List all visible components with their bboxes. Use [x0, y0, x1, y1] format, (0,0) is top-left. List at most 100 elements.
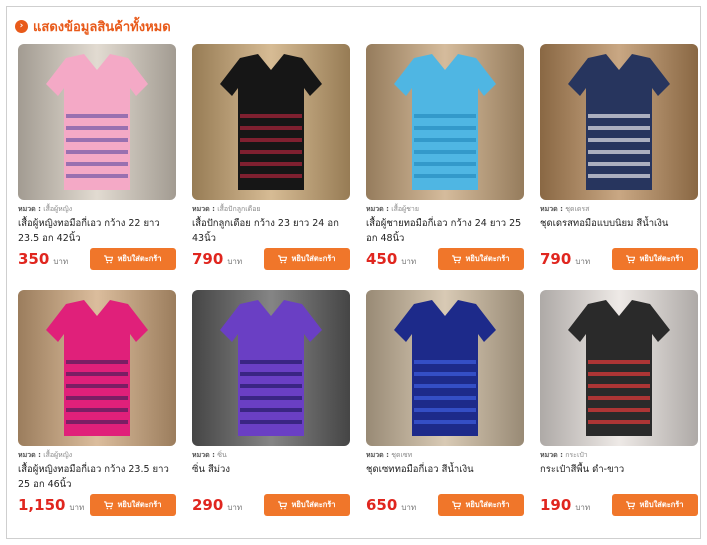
add-to-cart-label: หยิบใส่ตะกร้า	[639, 254, 684, 263]
price-row: 650 บาท หยิบใส่ตะกร้า	[366, 493, 524, 517]
product-photo	[192, 44, 350, 200]
pattern-stripe	[414, 174, 476, 178]
product-image[interactable]	[366, 44, 524, 200]
price-row: 790 บาท หยิบใส่ตะกร้า	[192, 247, 350, 271]
pattern-stripe	[588, 420, 650, 424]
product-name[interactable]: ซิ่น สีม่วง	[192, 462, 350, 492]
add-to-cart-label: หยิบใส่ตะกร้า	[117, 500, 162, 509]
product-card[interactable]: หมวด : ชุดเดรส ชุดเดรสทอมือแบบนิยม สีน้ำ…	[540, 44, 698, 276]
category-label: กระเป๋า	[565, 451, 588, 459]
pattern-stripe	[240, 408, 302, 412]
add-to-cart-button[interactable]: หยิบใส่ตะกร้า	[90, 494, 176, 516]
add-to-cart-label: หยิบใส่ตะกร้า	[465, 500, 510, 509]
section-title: แสดงข้อมูลสินค้าทั้งหมด	[33, 19, 171, 35]
pattern-stripe	[240, 384, 302, 388]
cart-icon	[452, 500, 462, 509]
product-card[interactable]: หมวด : ซิ่น ซิ่น สีม่วง 290 บาท หยิบใส่ต…	[192, 290, 350, 522]
pattern-stripe	[588, 384, 650, 388]
product-card[interactable]: หมวด : เสื้อผู้หญิง เสื้อผู้หญิงทอมือกี่…	[18, 290, 176, 522]
product-card[interactable]: หมวด : ชุดเซท ชุดเซททอมือกี่เอว สีน้ำเงิ…	[366, 290, 524, 522]
price-value: 190	[540, 496, 572, 514]
pattern-stripe	[240, 372, 302, 376]
product-price: 450 บาท	[366, 250, 416, 268]
category-prefix: หมวด :	[192, 451, 215, 459]
arrow-circle-right-icon: ›	[15, 19, 28, 33]
add-to-cart-button[interactable]: หยิบใส่ตะกร้า	[438, 248, 524, 270]
pattern-stripe	[414, 138, 476, 142]
add-to-cart-button[interactable]: หยิบใส่ตะกร้า	[264, 494, 350, 516]
product-photo	[366, 290, 524, 446]
product-category: หมวด : เสื้อปักลูกเดือย	[192, 204, 350, 214]
price-value: 1,150	[18, 496, 66, 514]
price-row: 190 บาท หยิบใส่ตะกร้า	[540, 493, 698, 517]
price-row: 790 บาท หยิบใส่ตะกร้า	[540, 247, 698, 271]
currency-unit: บาท	[53, 257, 69, 266]
product-photo	[540, 290, 698, 446]
product-card[interactable]: หมวด : เสื้อผู้ชาย เสื้อผู้ชายทอมือกี่เอ…	[366, 44, 524, 276]
add-to-cart-button[interactable]: หยิบใส่ตะกร้า	[264, 248, 350, 270]
product-card[interactable]: หมวด : กระเป๋า กระเป๋าสีพื้น ดำ-ขาว 190 …	[540, 290, 698, 522]
product-name[interactable]: เสื้อผู้หญิงทอมือกี่เอว กว้าง 23.5 ยาว 2…	[18, 462, 176, 492]
pattern-stripe	[240, 150, 302, 154]
cart-icon	[104, 254, 114, 263]
add-to-cart-button[interactable]: หยิบใส่ตะกร้า	[438, 494, 524, 516]
product-name[interactable]: เสื้อผู้ชายทอมือกี่เอว กว้าง 24 ยาว 25 อ…	[366, 216, 524, 246]
category-prefix: หมวด :	[540, 205, 563, 213]
pattern-stripe	[66, 174, 128, 178]
add-to-cart-label: หยิบใส่ตะกร้า	[639, 500, 684, 509]
currency-unit: บาท	[227, 257, 243, 266]
pattern-stripe	[66, 138, 128, 142]
cart-icon	[626, 254, 636, 263]
product-image[interactable]	[192, 44, 350, 200]
pattern-stripe	[240, 396, 302, 400]
add-to-cart-label: หยิบใส่ตะกร้า	[291, 254, 336, 263]
pattern-stripe	[240, 174, 302, 178]
pattern-stripe	[414, 360, 476, 364]
product-card[interactable]: หมวด : เสื้อผู้หญิง เสื้อผู้หญิงทอมือกี่…	[18, 44, 176, 276]
pattern-stripe	[240, 162, 302, 166]
price-value: 650	[366, 496, 398, 514]
price-row: 450 บาท หยิบใส่ตะกร้า	[366, 247, 524, 271]
pattern-stripe	[588, 138, 650, 142]
category-label: เสื้อผู้หญิง	[43, 451, 73, 459]
product-image[interactable]	[540, 290, 698, 446]
product-image[interactable]	[18, 44, 176, 200]
price-value: 790	[540, 250, 572, 268]
product-price: 350 บาท	[18, 250, 68, 268]
category-label: เสื้อปักลูกเดือย	[217, 205, 261, 213]
product-image[interactable]	[192, 290, 350, 446]
cart-icon	[452, 254, 462, 263]
pattern-stripe	[414, 126, 476, 130]
cart-icon	[104, 500, 114, 509]
product-name[interactable]: กระเป๋าสีพื้น ดำ-ขาว	[540, 462, 698, 492]
product-photo	[18, 44, 176, 200]
add-to-cart-button[interactable]: หยิบใส่ตะกร้า	[612, 494, 698, 516]
product-name[interactable]: เสื้อปักลูกเดือย กว้าง 23 ยาว 24 อก 43นิ…	[192, 216, 350, 246]
product-name[interactable]: เสื้อผู้หญิงทอมือกี่เอว กว้าง 22 ยาว 23.…	[18, 216, 176, 246]
category-prefix: หมวด :	[18, 451, 41, 459]
add-to-cart-button[interactable]: หยิบใส่ตะกร้า	[612, 248, 698, 270]
pattern-stripe	[414, 150, 476, 154]
price-row: 290 บาท หยิบใส่ตะกร้า	[192, 493, 350, 517]
product-grid: หมวด : เสื้อผู้หญิง เสื้อผู้หญิงทอมือกี่…	[18, 44, 698, 522]
pattern-stripe	[414, 162, 476, 166]
cart-icon	[278, 500, 288, 509]
pattern-stripe	[414, 396, 476, 400]
cart-icon	[278, 254, 288, 263]
category-prefix: หมวด :	[366, 205, 389, 213]
product-price: 1,150 บาท	[18, 496, 84, 514]
product-image[interactable]	[366, 290, 524, 446]
product-image[interactable]	[18, 290, 176, 446]
pattern-stripe	[66, 360, 128, 364]
section-header: › แสดงข้อมูลสินค้าทั้งหมด	[15, 15, 171, 37]
product-name[interactable]: ชุดเซททอมือกี่เอว สีน้ำเงิน	[366, 462, 524, 492]
product-price: 190 บาท	[540, 496, 590, 514]
currency-unit: บาท	[575, 257, 591, 266]
pattern-stripe	[66, 408, 128, 412]
add-to-cart-button[interactable]: หยิบใส่ตะกร้า	[90, 248, 176, 270]
product-name[interactable]: ชุดเดรสทอมือแบบนิยม สีน้ำเงิน	[540, 216, 698, 246]
product-card[interactable]: หมวด : เสื้อปักลูกเดือย เสื้อปักลูกเดือย…	[192, 44, 350, 276]
category-label: เสื้อผู้ชาย	[391, 205, 419, 213]
product-image[interactable]	[540, 44, 698, 200]
pattern-stripe	[588, 174, 650, 178]
